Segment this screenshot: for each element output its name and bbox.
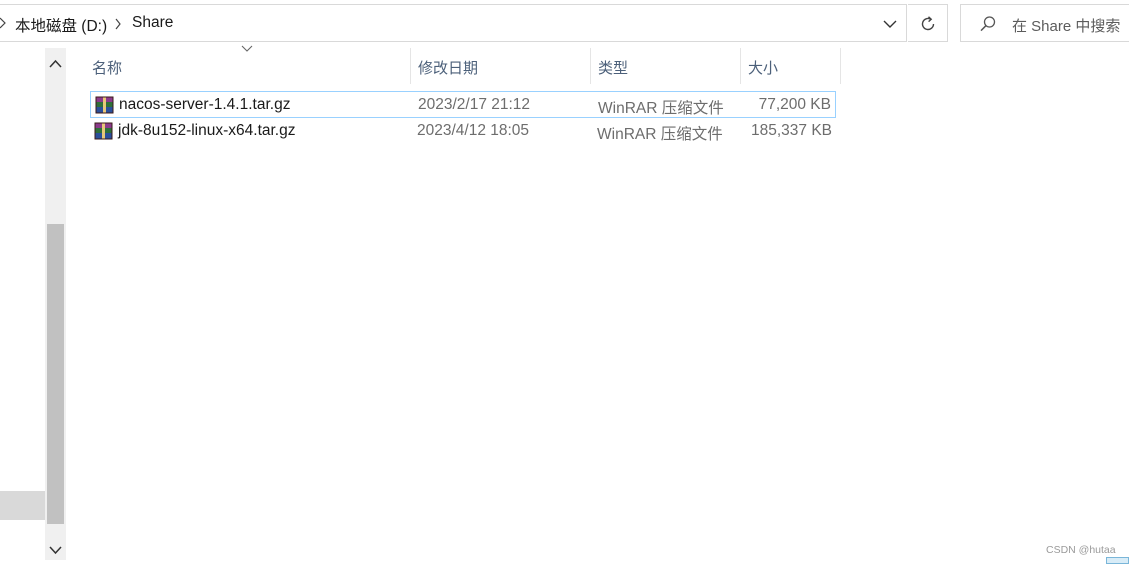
refresh-icon	[921, 16, 935, 31]
nav-scrollbar[interactable]	[45, 48, 66, 560]
file-name[interactable]: jdk-8u152-linux-x64.tar.gz	[118, 122, 296, 140]
chevron-right-icon[interactable]	[0, 14, 9, 32]
column-divider[interactable]	[590, 48, 591, 84]
file-name[interactable]: nacos-server-1.4.1.tar.gz	[119, 96, 290, 114]
scrollbar-thumb[interactable]	[47, 224, 64, 524]
column-divider[interactable]	[740, 48, 741, 84]
column-header-size[interactable]: 大小	[748, 48, 778, 84]
search-placeholder: 在 Share 中搜索	[1012, 18, 1121, 35]
file-type: WinRAR 压缩文件	[597, 126, 723, 143]
corner-indicator	[1106, 557, 1129, 564]
sort-caret-icon	[241, 45, 253, 52]
winrar-archive-icon	[95, 96, 114, 114]
scroll-down-icon[interactable]	[45, 540, 66, 560]
chevron-right-icon[interactable]	[113, 17, 123, 31]
file-modified: 2023/4/12 18:05	[417, 122, 530, 139]
chevron-down-icon[interactable]	[878, 13, 902, 35]
winrar-archive-icon	[94, 122, 113, 140]
column-divider[interactable]	[410, 48, 411, 84]
file-size: 185,337 KB	[750, 122, 832, 139]
column-divider[interactable]	[840, 48, 841, 84]
file-size: 77,200 KB	[758, 96, 831, 113]
column-header-modified[interactable]: 修改日期	[418, 48, 478, 84]
file-type: WinRAR 压缩文件	[598, 100, 724, 117]
breadcrumb-folder[interactable]: Share	[132, 14, 173, 32]
file-row[interactable]: nacos-server-1.4.1.tar.gz 2023/2/17 21:1…	[90, 91, 836, 118]
file-row[interactable]: jdk-8u152-linux-x64.tar.gz 2023/4/12 18:…	[90, 118, 836, 145]
watermark: CSDN @hutaa	[1046, 544, 1116, 556]
search-icon	[980, 16, 996, 32]
column-header-name[interactable]: 名称	[92, 48, 122, 84]
breadcrumb-drive[interactable]: 本地磁盘 (D:)	[15, 14, 107, 36]
file-modified: 2023/2/17 21:12	[418, 96, 531, 113]
column-header-type[interactable]: 类型	[598, 48, 628, 84]
search-input[interactable]: 在 Share 中搜索	[960, 4, 1129, 42]
column-header-row: 名称 修改日期 类型 大小	[82, 45, 842, 84]
refresh-button[interactable]	[908, 4, 948, 42]
nav-selected-item[interactable]	[0, 491, 45, 520]
address-bar[interactable]: 本地磁盘 (D:) Share	[0, 4, 907, 42]
scroll-up-icon[interactable]	[45, 54, 66, 74]
navigation-pane[interactable]	[0, 44, 66, 564]
